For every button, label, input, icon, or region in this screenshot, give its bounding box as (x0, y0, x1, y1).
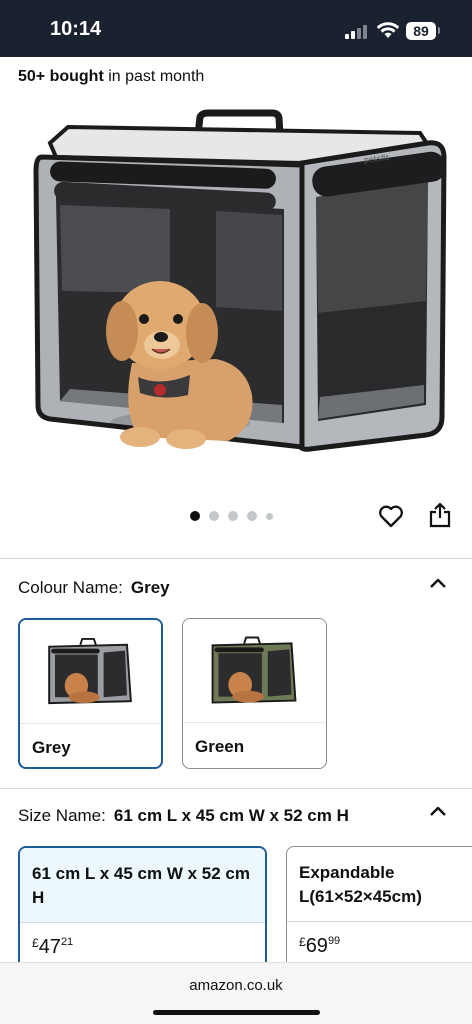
chevron-up-icon[interactable] (428, 576, 448, 590)
size-option-label: 61 cm L x 45 cm W x 52 cm H (20, 848, 265, 922)
colour-option-grey[interactable]: Grey (18, 618, 163, 769)
chevron-up-icon[interactable] (428, 804, 448, 818)
price: £6999 (299, 935, 340, 958)
purchase-count-bold: 50+ bought (18, 68, 104, 85)
size-option-label: Expandable L(61×52×45cm) (299, 863, 422, 906)
image-carousel-dots[interactable] (190, 510, 273, 522)
purchase-count: 50+ bought in past month (18, 68, 204, 86)
carousel-dot[interactable] (247, 511, 257, 521)
swatch-divider (183, 722, 326, 723)
size-card-divider (20, 922, 265, 923)
colour-name-value: Grey (130, 578, 170, 597)
price-whole: 69 (305, 935, 328, 957)
size-name-label: Size Name: (18, 806, 106, 825)
heart-icon[interactable] (377, 502, 405, 530)
colour-name-label: Colour Name: (18, 578, 123, 597)
price-fraction: 21 (60, 936, 74, 948)
wifi-icon (376, 22, 400, 38)
price-currency: £ (32, 936, 39, 950)
carousel-dot[interactable] (209, 511, 219, 521)
battery-level: 89 (406, 22, 436, 40)
green-crate-thumbnail (183, 619, 326, 722)
grey-crate-thumbnail (20, 620, 161, 723)
size-name-value: 61 cm L x 45 cm W x 52 cm H (113, 806, 349, 825)
swatch-label: Green (195, 737, 245, 756)
cellular-signal-icon (345, 23, 371, 39)
price-fraction: 99 (327, 935, 341, 947)
home-indicator[interactable] (153, 1010, 320, 1015)
swatch-divider (20, 723, 161, 724)
carousel-dot[interactable] (190, 511, 200, 521)
section-divider (0, 788, 472, 789)
price-whole: 47 (38, 936, 61, 958)
share-icon[interactable] (428, 501, 452, 529)
battery-icon (438, 27, 440, 34)
size-name-header: Size Name: 61 cm L x 45 cm W x 52 cm H (18, 806, 349, 826)
price: £4721 (32, 936, 73, 959)
address-bar[interactable]: amazon.co.uk (0, 977, 472, 994)
purchase-count-rest: in past month (103, 68, 205, 85)
swatch-label: Grey (32, 738, 71, 757)
size-card-divider (287, 921, 472, 922)
carousel-dot[interactable] (228, 511, 238, 521)
status-time: 10:14 (50, 18, 102, 40)
price-currency: £ (299, 935, 306, 949)
browser-bottom-bar: amazon.co.uk (0, 962, 472, 1024)
product-image[interactable]: petsfit (20, 105, 452, 465)
colour-option-green[interactable]: Green (182, 618, 327, 769)
colour-name-header: Colour Name: Grey (18, 578, 170, 598)
carousel-dot[interactable] (266, 512, 273, 520)
status-bar: 10:14 89 (0, 0, 472, 57)
section-divider (0, 558, 472, 559)
